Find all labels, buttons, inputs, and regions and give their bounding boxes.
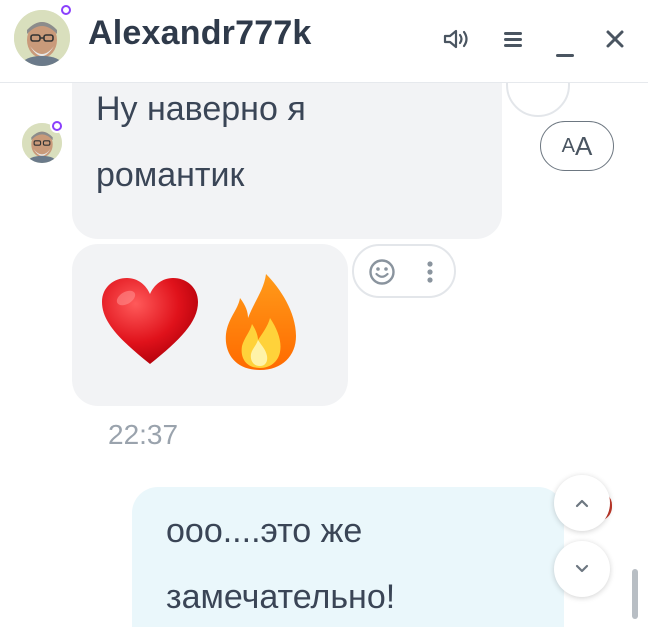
close-icon [606,30,624,48]
menu-button[interactable] [496,22,530,56]
online-status-icon [58,2,74,18]
avatar-image [14,10,70,66]
more-button[interactable] [418,258,442,286]
scroll-down-button[interactable] [554,541,610,597]
sound-button[interactable] [440,22,474,56]
font-size-label-big: A [575,130,593,161]
outgoing-message-bubble[interactable]: ооо....это же замечательно! [132,487,564,627]
font-size-button[interactable]: AA [540,121,614,171]
incoming-message-bubble[interactable]: Ну наверно я романтик [72,83,502,239]
scrollbar-track[interactable] [628,115,640,623]
scrollbar-thumb[interactable] [632,569,638,619]
message-list[interactable]: Ну наверно я романтик AA 22:37 ооо....эт… [0,83,648,627]
reaction-button[interactable] [368,258,396,286]
message-timestamp: 22:37 [108,419,179,450]
close-button[interactable] [598,22,632,56]
smiley-icon [369,259,395,285]
reaction-button-partial[interactable] [506,83,570,117]
message-text-line: Ну наверно я [96,90,306,128]
contact-name[interactable]: Alexandr777k [88,14,312,53]
online-status-icon [50,119,64,133]
minimize-button[interactable] [548,26,582,60]
menu-icon [504,32,522,47]
chat-header: Alexandr777k [0,0,648,83]
message-text-line: романтик [96,156,245,194]
message-text-line: ооо....это же [166,512,363,550]
fire-emoji [225,274,296,370]
heart-emoji [102,278,198,364]
chevron-down-icon [575,564,589,573]
sound-icon [443,29,468,49]
contact-avatar[interactable] [14,10,70,66]
emoji-message-bubble[interactable] [72,244,348,406]
chevron-up-icon [575,499,589,508]
more-vertical-icon [427,261,433,283]
font-size-label-small: A [561,134,575,157]
minimize-icon [556,54,574,57]
message-actions [352,244,456,298]
message-text-line: замечательно! [166,578,396,616]
scroll-up-button[interactable] [554,475,610,531]
